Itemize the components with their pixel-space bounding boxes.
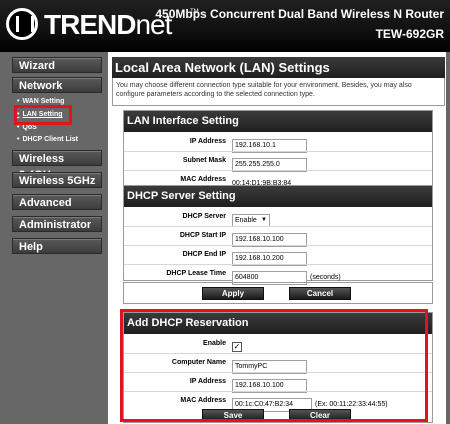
dhcp-end-row: DHCP End IP: [124, 245, 432, 266]
apply-cancel-bar: Apply Cancel: [123, 282, 433, 304]
header-bar: TRENDnet TM 450Mbps Concurrent Dual Band…: [0, 0, 450, 52]
apply-button[interactable]: Apply: [202, 287, 264, 300]
nav-help[interactable]: Help: [12, 238, 102, 254]
reservation-highlight: [120, 309, 428, 422]
brand-bold: TREND: [44, 9, 136, 40]
nav-wizard[interactable]: Wizard: [12, 57, 102, 73]
lan-setting-highlight: [14, 105, 72, 125]
subnet-mask-row: Subnet Mask: [124, 151, 432, 172]
dhcp-server-label: DHCP Server: [182, 213, 226, 220]
product-model: TEW-692GR: [375, 27, 444, 41]
dhcp-start-label: DHCP Start IP: [179, 232, 226, 239]
trendnet-logo-icon: [6, 8, 38, 40]
dhcp-server-heading: DHCP Server Setting: [124, 186, 432, 207]
cancel-button[interactable]: Cancel: [289, 287, 351, 300]
lan-interface-heading: LAN Interface Setting: [124, 111, 432, 132]
lan-ip-label: IP Address: [189, 138, 226, 145]
dhcp-lease-label: DHCP Lease Time: [166, 270, 226, 277]
lan-interface-section: LAN Interface Setting IP Address Subnet …: [123, 110, 433, 188]
chevron-down-icon: ▼: [261, 217, 267, 223]
dhcp-server-section: DHCP Server Setting DHCP Server Enable ▼ …: [123, 185, 433, 285]
dhcp-server-row: DHCP Server Enable ▼: [124, 207, 432, 227]
nav-advanced[interactable]: Advanced: [12, 194, 102, 210]
submenu-wan-setting[interactable]: WAN Setting: [17, 98, 64, 105]
product-title: 450Mbps Concurrent Dual Band Wireless N …: [155, 7, 444, 21]
nav-network[interactable]: Network: [12, 77, 102, 93]
intro-text: You may choose different connection type…: [116, 82, 412, 98]
dhcp-lease-row: DHCP Lease Time (seconds): [124, 264, 432, 285]
submenu-dhcp-client-list[interactable]: DHCP Client List: [17, 136, 78, 143]
right-border: [446, 52, 450, 424]
dhcp-end-label: DHCP End IP: [182, 251, 226, 258]
subnet-mask-label: Subnet Mask: [182, 157, 226, 164]
nav-wireless-24ghz[interactable]: Wireless 2.4GHz: [12, 150, 102, 181]
nav-administrator[interactable]: Administrator: [12, 216, 102, 232]
lan-ip-row: IP Address: [124, 132, 432, 153]
nav-wireless-5ghz[interactable]: Wireless 5GHz: [12, 172, 102, 188]
submenu-qos[interactable]: QoS: [17, 124, 36, 131]
lease-unit: (seconds): [310, 274, 341, 281]
brand-logo-text: TRENDnet: [44, 9, 172, 41]
page-title: Local Area Network (LAN) Settings: [112, 57, 445, 78]
dhcp-server-value: Enable: [235, 217, 257, 224]
dhcp-start-row: DHCP Start IP: [124, 226, 432, 247]
